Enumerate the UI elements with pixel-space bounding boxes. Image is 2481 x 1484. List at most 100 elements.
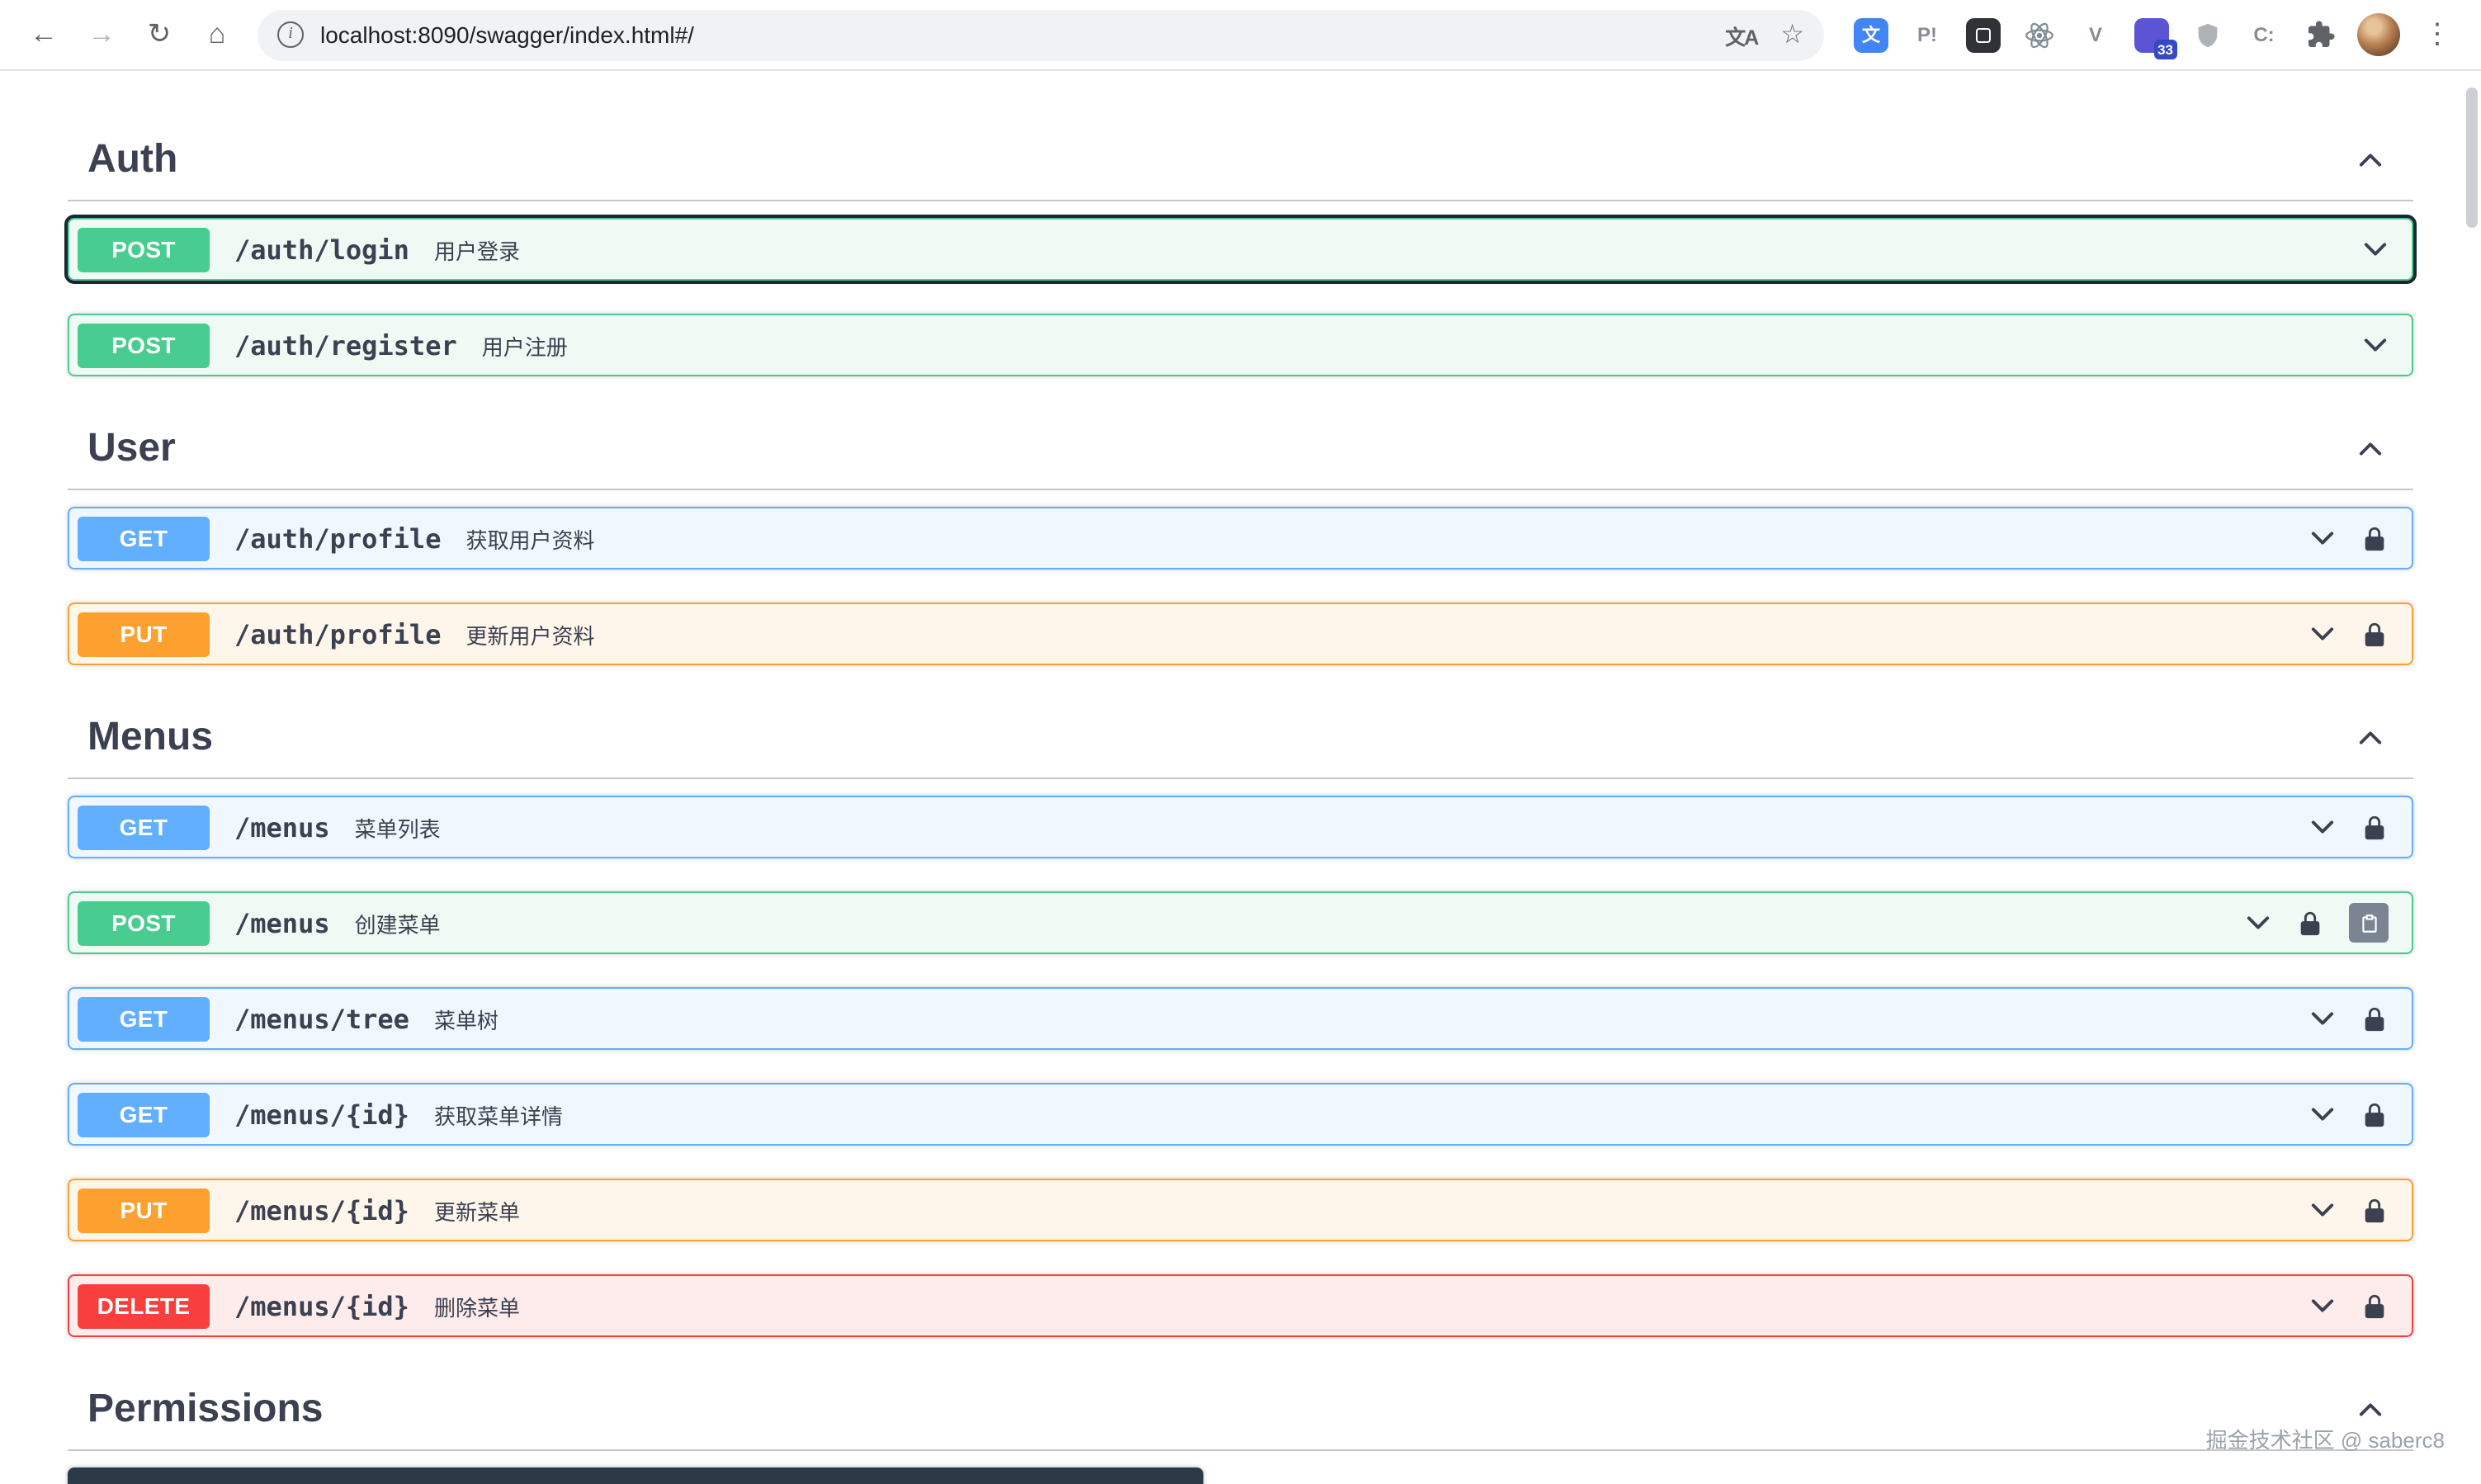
watermark: 掘金技术社区 @ saberc8 — [2206, 1423, 2445, 1454]
home-button[interactable]: ⌂ — [190, 7, 244, 62]
chevron-down-icon[interactable] — [2309, 814, 2336, 840]
extension-p-icon[interactable]: P! — [1907, 14, 1948, 55]
auth-lock-icon[interactable] — [2360, 620, 2389, 648]
section-header[interactable]: User — [68, 409, 2413, 490]
operation-actions — [2309, 1100, 2389, 1128]
section-collapse-button[interactable] — [2354, 144, 2387, 177]
section-collapse-button[interactable] — [2354, 432, 2387, 466]
chevron-up-icon — [2357, 1397, 2384, 1423]
extension-c-icon[interactable]: C: — [2243, 14, 2285, 55]
method-badge: PUT — [78, 612, 210, 656]
operation-actions — [2309, 524, 2389, 552]
operation-actions — [2309, 1196, 2389, 1224]
extension-v-icon[interactable]: V — [2075, 14, 2116, 55]
method-badge: DELETE — [78, 1283, 210, 1328]
api-sections: Auth POST /auth/login 用户登录 POST /auth/re… — [68, 71, 2413, 1484]
section-operations: POST /auth/login 用户登录 POST /auth/registe… — [68, 201, 2413, 376]
address-bar[interactable]: i localhost:8090/swagger/index.html#/ 文A… — [258, 9, 1824, 60]
section-title: Permissions — [87, 1387, 323, 1433]
dark-square-glyph — [1966, 17, 2001, 52]
extension-dark-icon[interactable] — [1963, 14, 2004, 55]
section-operations — [68, 1451, 2413, 1484]
extension-translate-icon[interactable]: 文 — [1850, 14, 1892, 55]
operation-actions — [2309, 1004, 2389, 1033]
operation-row[interactable]: GET /menus/tree 菜单树 — [68, 987, 2413, 1050]
method-badge: PUT — [78, 1188, 210, 1232]
shield-icon — [2194, 21, 2222, 49]
snippet-button[interactable] — [2349, 903, 2389, 943]
extension-react-atom-icon[interactable] — [2019, 14, 2060, 55]
operation-path: /menus/{id} — [234, 1099, 409, 1130]
chevron-down-icon[interactable] — [2362, 236, 2389, 262]
forward-button[interactable]: → — [74, 7, 129, 62]
scrollbar-thumb[interactable] — [2466, 87, 2478, 228]
auth-lock-icon[interactable] — [2360, 524, 2389, 552]
operation-path: /auth/profile — [234, 522, 441, 554]
section-header[interactable]: Menus — [68, 698, 2413, 779]
method-badge: POST — [78, 227, 210, 272]
operation-summary: 用户注册 — [482, 329, 568, 361]
operation-summary: 获取菜单详情 — [434, 1099, 563, 1130]
chevron-down-icon[interactable] — [2309, 1101, 2336, 1127]
api-section: Menus GET /menus 菜单列表 POST /menus 创建菜单 — [68, 698, 2413, 1337]
chevron-down-icon[interactable] — [2309, 525, 2336, 551]
section-header[interactable]: Permissions — [68, 1370, 2413, 1451]
method-badge: POST — [78, 323, 210, 367]
chevron-down-icon[interactable] — [2245, 910, 2271, 936]
section-operations: GET /auth/profile 获取用户资料 PUT /auth/profi… — [68, 490, 2413, 665]
method-badge: GET — [78, 805, 210, 849]
operation-summary: 创建菜单 — [355, 907, 441, 938]
operation-row[interactable]: DELETE /menus/{id} 删除菜单 — [68, 1274, 2413, 1337]
chevron-down-icon[interactable] — [2362, 332, 2389, 358]
operation-actions — [2362, 332, 2389, 358]
profile-avatar[interactable] — [2357, 13, 2400, 56]
auth-lock-icon[interactable] — [2360, 1004, 2389, 1033]
chevron-down-icon[interactable] — [2309, 1293, 2336, 1319]
operation-row[interactable]: POST /menus 创建菜单 — [68, 891, 2413, 954]
refresh-button[interactable]: ↻ — [132, 7, 187, 62]
method-badge: GET — [78, 996, 210, 1041]
operation-row[interactable]: GET /menus 菜单列表 — [68, 796, 2413, 858]
operation-summary: 删除菜单 — [434, 1290, 520, 1321]
bookmark-star-icon[interactable]: ☆ — [1780, 18, 1804, 51]
browser-menu-button[interactable]: ⋮ — [2410, 7, 2464, 62]
operation-row[interactable]: POST /auth/login 用户登录 — [68, 218, 2413, 281]
extension-purple-icon[interactable]: 33 — [2131, 14, 2172, 55]
back-button[interactable]: ← — [17, 7, 71, 62]
extensions-puzzle-icon[interactable] — [2299, 14, 2341, 55]
chevron-down-icon[interactable] — [2309, 621, 2336, 647]
operation-row-partial[interactable] — [68, 1467, 1203, 1484]
section-header[interactable]: Auth — [68, 121, 2413, 201]
operation-path: /menus/tree — [234, 1003, 409, 1034]
auth-lock-icon[interactable] — [2360, 1292, 2389, 1320]
translate-glyph: 文 — [1854, 17, 1888, 52]
site-info-icon[interactable]: i — [277, 21, 304, 48]
extensions-row: 文 P! V 33 C: — [1844, 14, 2347, 55]
translate-icon[interactable]: 文A — [1725, 19, 1757, 50]
auth-lock-icon[interactable] — [2360, 813, 2389, 841]
auth-lock-icon[interactable] — [2360, 1100, 2389, 1128]
auth-lock-icon[interactable] — [2296, 909, 2324, 937]
auth-lock-icon[interactable] — [2360, 1196, 2389, 1224]
operation-summary: 更新菜单 — [434, 1194, 520, 1226]
operation-row[interactable]: PUT /auth/profile 更新用户资料 — [68, 603, 2413, 665]
operation-actions — [2245, 903, 2389, 943]
browser-toolbar: ← → ↻ ⌂ i localhost:8090/swagger/index.h… — [0, 0, 2481, 71]
operation-row[interactable]: GET /auth/profile 获取用户资料 — [68, 507, 2413, 569]
operation-row[interactable]: POST /auth/register 用户注册 — [68, 314, 2413, 376]
api-section: User GET /auth/profile 获取用户资料 PUT /auth/… — [68, 409, 2413, 665]
operation-row[interactable]: PUT /menus/{id} 更新菜单 — [68, 1179, 2413, 1241]
method-badge: GET — [78, 1092, 210, 1137]
operation-row[interactable]: GET /menus/{id} 获取菜单详情 — [68, 1083, 2413, 1146]
chevron-down-icon[interactable] — [2309, 1005, 2336, 1032]
operation-summary: 菜单列表 — [355, 811, 441, 843]
operation-path: /auth/profile — [234, 618, 441, 650]
chevron-up-icon — [2357, 436, 2384, 462]
extension-shield-icon[interactable] — [2187, 14, 2228, 55]
chevron-down-icon[interactable] — [2309, 1197, 2336, 1223]
method-badge: GET — [78, 516, 210, 560]
url-text[interactable]: localhost:8090/swagger/index.html#/ — [320, 21, 1725, 48]
section-collapse-button[interactable] — [2354, 1393, 2387, 1426]
screen: ← → ↻ ⌂ i localhost:8090/swagger/index.h… — [0, 0, 2481, 1484]
section-collapse-button[interactable] — [2354, 721, 2387, 754]
